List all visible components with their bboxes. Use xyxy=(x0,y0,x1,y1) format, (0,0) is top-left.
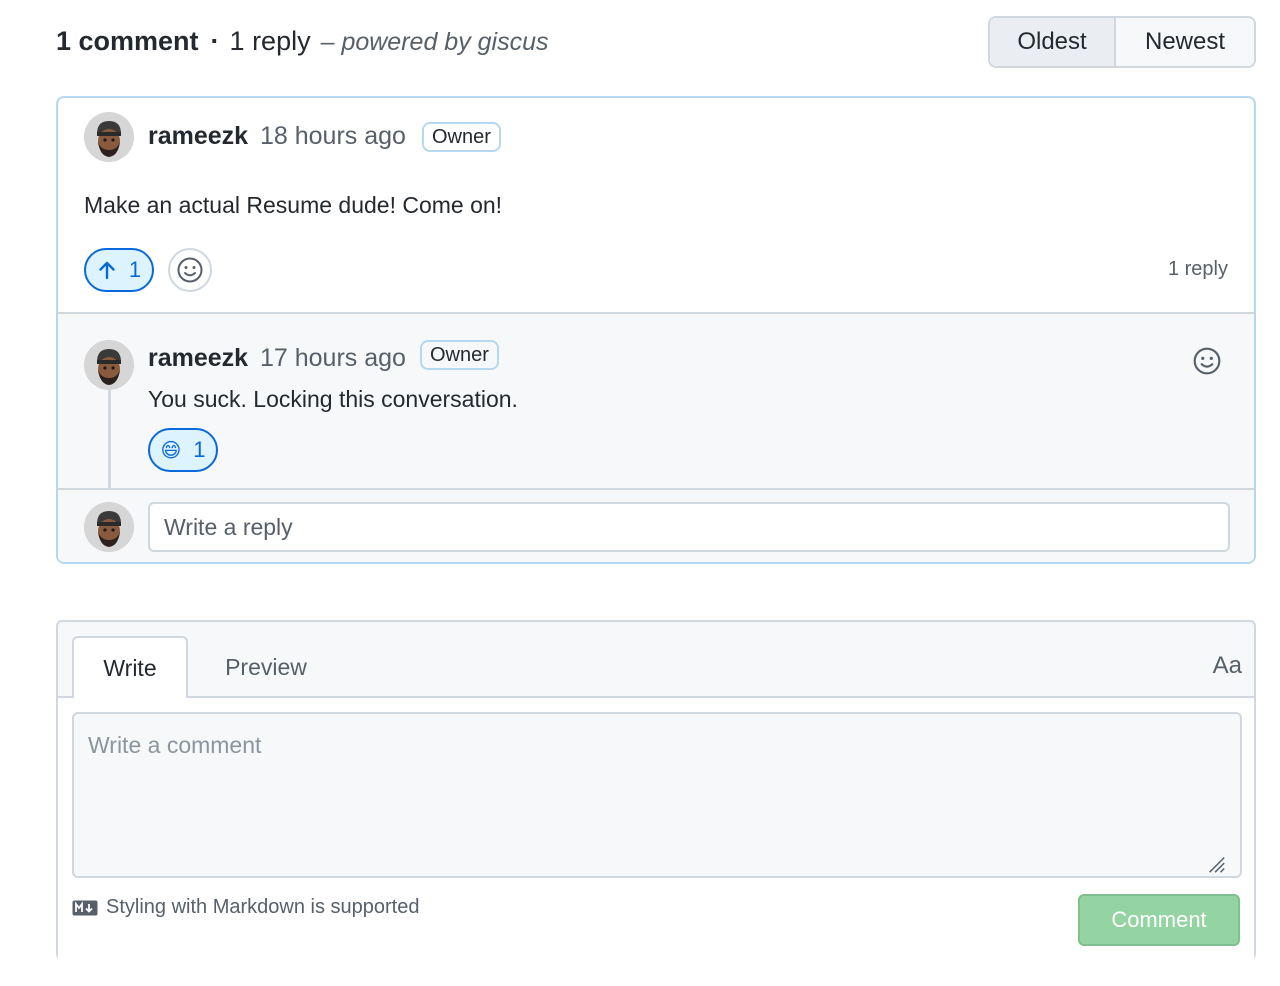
comment-composer: Write Preview Aa Write a comment Styling… xyxy=(56,620,1256,960)
sort-toggle: Oldest Newest xyxy=(988,16,1256,68)
comment-count: 1 comment xyxy=(56,26,199,56)
smiley-icon xyxy=(177,257,203,283)
grinning-emoji-icon: 😄 xyxy=(160,439,182,462)
tab-write[interactable]: Write xyxy=(72,636,188,698)
comment-time[interactable]: 18 hours ago xyxy=(260,122,406,151)
owner-badge: Owner xyxy=(420,340,499,370)
discussion-header: 1 comment · 1 reply – powered by giscus Old… xyxy=(56,16,1256,68)
comment-author[interactable]: rameezk xyxy=(148,122,248,151)
markdown-note: Styling with Markdown is supported xyxy=(72,896,419,919)
reaction-count: 1 xyxy=(193,437,206,462)
markdown-icon xyxy=(72,900,98,915)
text-size-toggle[interactable]: Aa xyxy=(1213,652,1242,680)
avatar-image xyxy=(84,502,134,552)
comment-body: Make an actual Resume dude! Come on! xyxy=(84,192,503,218)
reply-body: You suck. Locking this conversation. xyxy=(148,386,518,412)
tab-preview[interactable]: Preview xyxy=(198,636,334,698)
discussion-counts: 1 comment · 1 reply – powered by giscus xyxy=(56,26,549,57)
comment-textarea[interactable]: Write a comment xyxy=(72,712,1242,878)
resize-handle-icon[interactable] xyxy=(1206,854,1226,874)
sort-newest-button[interactable]: Newest xyxy=(1116,18,1254,66)
thread-reply-count: 1 reply xyxy=(1167,258,1228,280)
arrow-up-icon xyxy=(99,261,115,280)
smiley-icon xyxy=(1193,347,1221,375)
powered-by-giscus: – powered by giscus xyxy=(320,28,549,56)
comment-thread: rameezk 18 hours ago Owner Make an actua… xyxy=(56,96,1256,564)
owner-badge: Owner xyxy=(422,122,501,152)
sort-oldest-button[interactable]: Oldest xyxy=(990,18,1116,66)
reply-reaction-button[interactable]: 😄 1 xyxy=(148,428,218,472)
count-separator: · xyxy=(210,26,220,56)
markdown-note-text: Styling with Markdown is supported xyxy=(106,896,420,918)
avatar-image xyxy=(84,340,134,390)
upvote-count: 1 xyxy=(128,257,142,282)
divider xyxy=(58,488,1254,490)
reply-add-reaction-button[interactable] xyxy=(1192,346,1222,381)
add-reaction-button[interactable] xyxy=(168,248,212,292)
reply-author[interactable]: rameezk xyxy=(148,344,248,373)
reply-count: 1 reply xyxy=(229,26,311,56)
replies-section: rameezk 17 hours ago Owner You suck. Loc… xyxy=(58,312,1254,562)
avatar[interactable] xyxy=(84,340,134,390)
reply-time[interactable]: 17 hours ago xyxy=(260,344,406,373)
comment-submit-button[interactable]: Comment xyxy=(1078,894,1240,946)
current-user-avatar xyxy=(84,502,134,552)
reply-input[interactable]: Write a reply xyxy=(148,502,1230,552)
composer-body: Write a comment Styling with Markdown is… xyxy=(58,698,1254,960)
upvote-button[interactable]: 1 xyxy=(84,248,154,292)
avatar-image xyxy=(84,112,134,162)
avatar[interactable] xyxy=(84,112,134,162)
